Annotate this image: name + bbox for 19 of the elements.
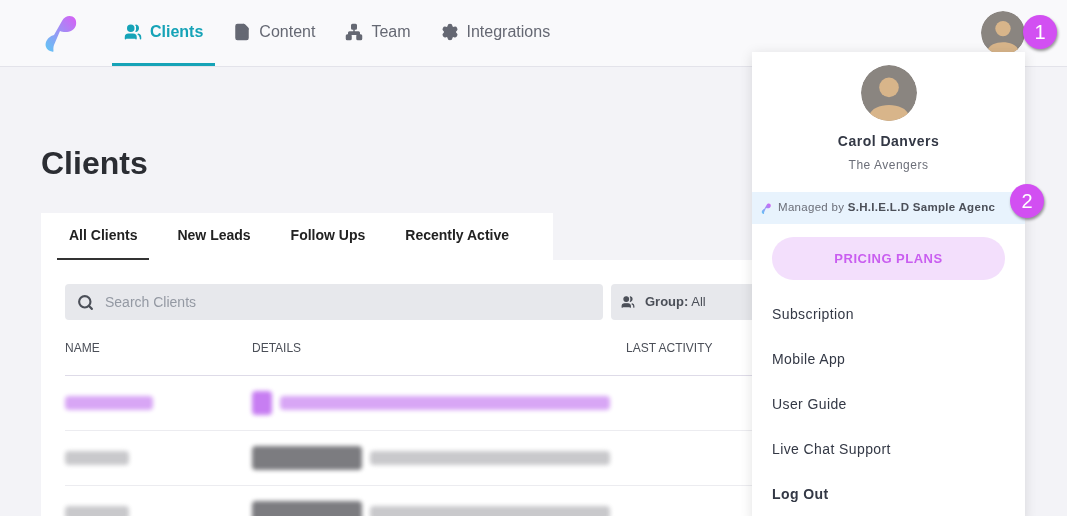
column-header: DETAILS bbox=[252, 339, 303, 357]
page-title: Clients bbox=[41, 145, 148, 181]
tab[interactable]: Recently Active bbox=[393, 213, 522, 260]
column-header: NAME bbox=[65, 339, 101, 357]
menu-item[interactable]: Log Out bbox=[752, 472, 1025, 516]
nav-tab[interactable]: Team bbox=[333, 0, 423, 66]
menu-item[interactable]: User Guide bbox=[752, 382, 1025, 427]
tab[interactable]: New Leads bbox=[165, 213, 263, 260]
search-field[interactable]: Search Clients bbox=[65, 284, 603, 320]
organization-name: The Avengers bbox=[848, 157, 929, 174]
column-header: LAST ACTIVITY bbox=[626, 339, 714, 357]
callout-badge: 2 bbox=[1010, 184, 1044, 218]
menu-item[interactable]: Mobile App bbox=[752, 337, 1025, 382]
nav-tab[interactable]: Content bbox=[221, 0, 328, 66]
menu-item[interactable]: Live Chat Support bbox=[752, 427, 1025, 472]
managed-by-text: Managed by S.H.I.E.L.D Sample Agenc bbox=[778, 200, 996, 216]
user-name: Carol Danvers bbox=[837, 132, 940, 151]
nav-tab[interactable]: Integrations bbox=[428, 0, 563, 66]
tab[interactable]: Follow Ups bbox=[278, 213, 378, 260]
